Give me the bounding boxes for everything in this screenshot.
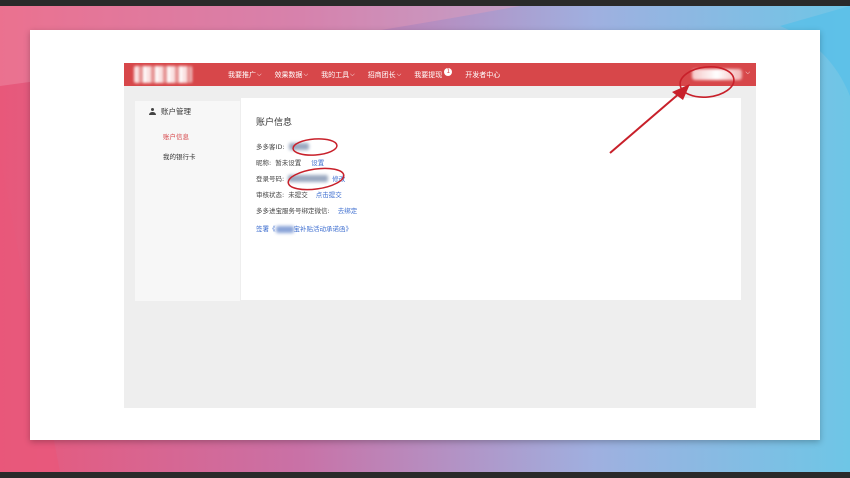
set-nickname-link[interactable]: 设置 — [311, 157, 324, 167]
nav-effect-data-label: 效果数据 — [274, 70, 303, 79]
nav-developer-center[interactable]: 开发者中心 — [465, 70, 500, 80]
chevron-down-icon: ⌵ — [257, 70, 262, 78]
sidebar-item-bank-card[interactable]: 我的银行卡 — [163, 151, 196, 161]
nav-merchant-leader[interactable]: 招商团长 ⌵ — [368, 70, 402, 80]
nav-promote-label: 我要推广 — [228, 70, 256, 79]
nickname-label: 昵称: — [256, 159, 272, 167]
bottom-letterbox — [0, 472, 850, 478]
browser-page: 我要推广 ⌵ 效果数据 ⌵ 我的工具 ⌵ 招商团长 ⌵ 我要提现 1 开发者中心 — [124, 63, 756, 408]
id-label: 多多客ID: — [256, 143, 285, 151]
id-value-redacted — [288, 142, 309, 150]
nickname-row: 昵称: 暂未设置 设置 — [256, 157, 324, 167]
phone-label: 登录号码: — [256, 175, 285, 183]
account-info-panel: 账户信息 多多客ID: 昵称: 暂未设置 设置 登录号码: 修改 审核状态: 未… — [241, 98, 741, 300]
agreement-name-redacted — [275, 225, 294, 233]
page-title: 账户信息 — [256, 118, 293, 128]
site-logo[interactable] — [134, 66, 192, 83]
nickname-value: 暂未设置 — [275, 159, 302, 167]
nav-effect-data[interactable]: 效果数据 ⌵ — [275, 70, 309, 80]
nav-merchant-leader-label: 招商团长 — [367, 70, 396, 79]
chevron-down-icon: ⌵ — [303, 70, 309, 78]
bind-wechat-link[interactable]: 去绑定 — [338, 205, 358, 215]
sidebar-header-label: 账户管理 — [161, 107, 191, 116]
review-status-value: 未提交 — [288, 191, 308, 199]
agreement-suffix: 宝补贴活动承诺函》 — [293, 225, 353, 233]
wechat-bind-row: 多多进宝服务号绑定微信: 去绑定 — [256, 205, 357, 215]
nav-my-tools-label: 我的工具 — [321, 70, 350, 79]
nav-developer-center-label: 开发者中心 — [465, 70, 501, 79]
user-account-menu[interactable] — [692, 69, 742, 80]
phone-value-redacted — [288, 174, 329, 182]
wechat-bind-label: 多多进宝服务号绑定微信: — [256, 207, 330, 215]
notification-badge: 1 — [444, 67, 453, 76]
sidebar: 账户管理 账户信息 我的银行卡 — [135, 101, 240, 301]
nav-my-tools[interactable]: 我的工具 ⌵ — [321, 70, 355, 80]
top-letterbox — [0, 0, 850, 6]
person-icon — [149, 107, 156, 116]
agreement-prefix: 签署《 — [256, 225, 276, 233]
sidebar-item-account-info[interactable]: 账户信息 — [163, 131, 189, 141]
top-navbar: 我要推广 ⌵ 效果数据 ⌵ 我的工具 ⌵ 招商团长 ⌵ 我要提现 1 开发者中心 — [124, 63, 756, 86]
id-row: 多多客ID: — [256, 141, 309, 151]
nav-promote[interactable]: 我要推广 ⌵ — [228, 70, 262, 80]
modify-phone-link[interactable]: 修改 — [332, 173, 345, 183]
chevron-down-icon: ⌵ — [350, 70, 355, 78]
agreement-link[interactable]: 签署《 宝补贴活动承诺函》 — [256, 223, 352, 233]
nav-withdraw-label: 我要提现 — [414, 70, 443, 79]
chevron-down-icon: ⌵ — [745, 69, 750, 76]
main-nav: 我要推广 ⌵ 效果数据 ⌵ 我的工具 ⌵ 招商团长 ⌵ 我要提现 1 开发者中心 — [228, 63, 500, 86]
phone-row: 登录号码: 修改 — [256, 173, 345, 183]
chevron-down-icon: ⌵ — [396, 70, 402, 78]
sidebar-header: 账户管理 — [149, 106, 191, 117]
review-status-row: 审核状态: 未提交 点击提交 — [256, 189, 342, 199]
nav-withdraw[interactable]: 我要提现 1 — [414, 67, 453, 80]
review-status-label: 审核状态: — [256, 191, 285, 199]
submit-review-link[interactable]: 点击提交 — [316, 189, 342, 199]
